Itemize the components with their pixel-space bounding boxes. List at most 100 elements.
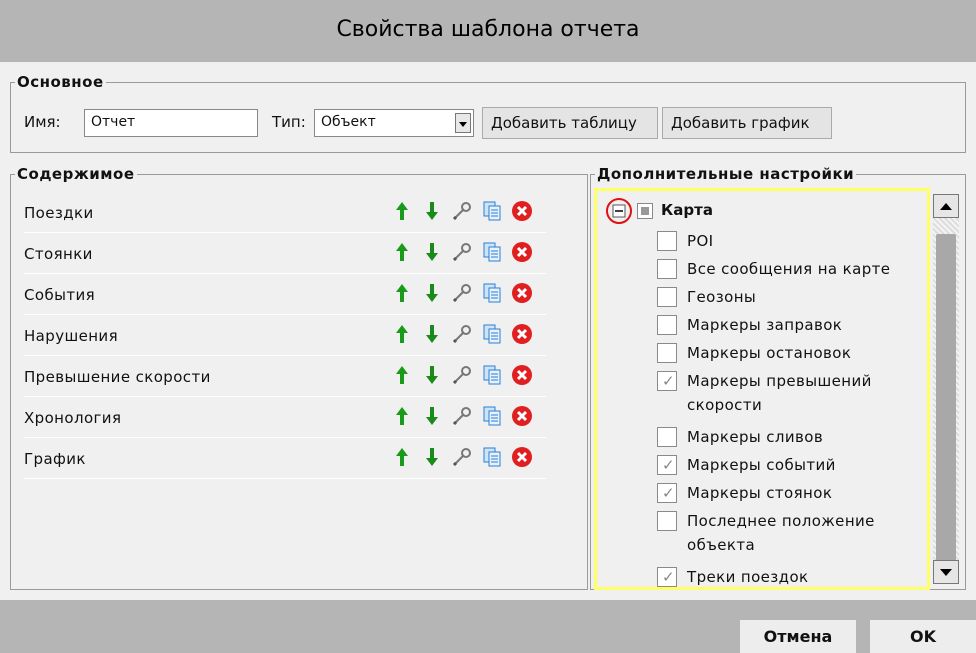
tree-item[interactable]: Геозоны: [657, 285, 756, 309]
list-item[interactable]: Нарушения: [24, 316, 546, 356]
list-item[interactable]: Превышение скорости: [24, 357, 546, 397]
tree-item[interactable]: Последнее положение объекта: [657, 509, 875, 557]
list-item-label: Поездки: [24, 204, 94, 222]
tree-item[interactable]: Маркеры событий: [657, 453, 836, 477]
move-down-icon[interactable]: [421, 323, 443, 345]
tree-item[interactable]: Маркеры стоянок: [657, 481, 832, 505]
tree-item[interactable]: Маркеры заправок: [657, 313, 842, 337]
checkbox[interactable]: [657, 565, 677, 589]
copy-icon[interactable]: [481, 446, 503, 468]
copy-icon[interactable]: [481, 323, 503, 345]
copy-icon[interactable]: [481, 282, 503, 304]
move-down-icon[interactable]: [421, 241, 443, 263]
checkbox[interactable]: [657, 481, 677, 505]
tree-item-label: Маркеры сливов: [687, 428, 824, 446]
tree-item[interactable]: Маркеры сливов: [657, 425, 823, 449]
wrench-icon[interactable]: [451, 364, 473, 386]
move-up-icon[interactable]: [391, 282, 413, 304]
delete-icon[interactable]: [511, 364, 533, 386]
wrench-icon[interactable]: [451, 241, 473, 263]
list-item-label: Нарушения: [24, 327, 119, 345]
delete-icon[interactable]: [511, 200, 533, 222]
wrench-icon[interactable]: [451, 200, 473, 222]
tree-item-label-cont: скорости: [687, 396, 763, 414]
move-down-icon[interactable]: [421, 446, 443, 468]
list-item-label: Хронология: [24, 409, 122, 427]
copy-icon[interactable]: [481, 241, 503, 263]
wrench-icon[interactable]: [451, 405, 473, 427]
dialog-title: Свойства шаблона отчета: [0, 0, 976, 62]
move-up-icon[interactable]: [391, 364, 413, 386]
wrench-icon[interactable]: [451, 282, 473, 304]
move-up-icon[interactable]: [391, 241, 413, 263]
move-up-icon[interactable]: [391, 323, 413, 345]
tree-item[interactable]: Треки поездок: [657, 565, 809, 589]
copy-icon[interactable]: [481, 200, 503, 222]
list-item-label: Стоянки: [24, 245, 93, 263]
list-item[interactable]: Поездки: [24, 193, 546, 233]
tree-item-label: Маркеры остановок: [687, 344, 852, 362]
chevron-down-icon[interactable]: [455, 113, 471, 133]
tree-item-label-cont: объекта: [687, 536, 756, 554]
root-label: Карта: [661, 201, 713, 219]
move-up-icon[interactable]: [391, 446, 413, 468]
type-select[interactable]: Объект: [314, 109, 474, 137]
checkbox[interactable]: [657, 315, 677, 335]
collapse-icon[interactable]: [605, 197, 635, 227]
root-checkbox[interactable]: [637, 203, 653, 219]
list-item[interactable]: График: [24, 439, 546, 479]
wrench-icon[interactable]: [451, 446, 473, 468]
move-down-icon[interactable]: [421, 364, 443, 386]
tree-item-label: Маркеры стоянок: [687, 484, 833, 502]
list-item-label: События: [24, 286, 96, 304]
delete-icon[interactable]: [511, 323, 533, 345]
tree-item-label: Треки поездок: [687, 568, 809, 586]
wrench-icon[interactable]: [451, 323, 473, 345]
checkbox[interactable]: [657, 287, 677, 307]
checkbox[interactable]: [657, 369, 677, 393]
checkbox[interactable]: [657, 231, 677, 251]
checkbox[interactable]: [657, 427, 677, 447]
add-table-button[interactable]: Добавить таблицу: [482, 107, 658, 139]
tree-item[interactable]: Все сообщения на карте: [657, 257, 890, 281]
delete-icon[interactable]: [511, 282, 533, 304]
tree-item[interactable]: POI: [657, 229, 713, 253]
scroll-down-button[interactable]: [933, 560, 959, 584]
tree-item-label: Все сообщения на карте: [687, 260, 891, 278]
tree-item-label: Маркеры событий: [687, 456, 836, 474]
checkbox[interactable]: [657, 453, 677, 477]
list-item-label: График: [24, 450, 86, 468]
move-down-icon[interactable]: [421, 282, 443, 304]
copy-icon[interactable]: [481, 364, 503, 386]
checkbox[interactable]: [657, 511, 677, 531]
move-down-icon[interactable]: [421, 200, 443, 222]
move-down-icon[interactable]: [421, 405, 443, 427]
scrollbar[interactable]: [933, 190, 961, 588]
move-up-icon[interactable]: [391, 200, 413, 222]
tree-item[interactable]: Маркеры остановок: [657, 341, 851, 365]
delete-icon[interactable]: [511, 241, 533, 263]
ok-button[interactable]: OK: [870, 620, 976, 653]
type-label: Тип:: [272, 113, 306, 131]
list-item[interactable]: События: [24, 275, 546, 315]
tree-item-label: POI: [687, 232, 714, 250]
copy-icon[interactable]: [481, 405, 503, 427]
checkbox[interactable]: [657, 343, 677, 363]
list-item[interactable]: Стоянки: [24, 234, 546, 274]
checkbox[interactable]: [657, 259, 677, 279]
tree-item[interactable]: Маркеры превышений скорости: [657, 369, 872, 417]
tree-item-label: Последнее положение: [687, 512, 875, 530]
dialog-footer: Отмена OK: [0, 600, 976, 653]
move-up-icon[interactable]: [391, 405, 413, 427]
add-chart-button[interactable]: Добавить график: [662, 107, 832, 139]
scroll-thumb[interactable]: [936, 234, 956, 566]
name-input[interactable]: Отчет: [84, 109, 258, 137]
list-item[interactable]: Хронология: [24, 398, 546, 438]
tree-item-label: Маркеры превышений: [687, 372, 872, 390]
cancel-button[interactable]: Отмена: [740, 620, 856, 653]
delete-icon[interactable]: [511, 405, 533, 427]
name-label: Имя:: [24, 113, 61, 131]
extra-legend: Дополнительные настройки: [597, 165, 855, 183]
delete-icon[interactable]: [511, 446, 533, 468]
scroll-up-button[interactable]: [933, 194, 959, 218]
